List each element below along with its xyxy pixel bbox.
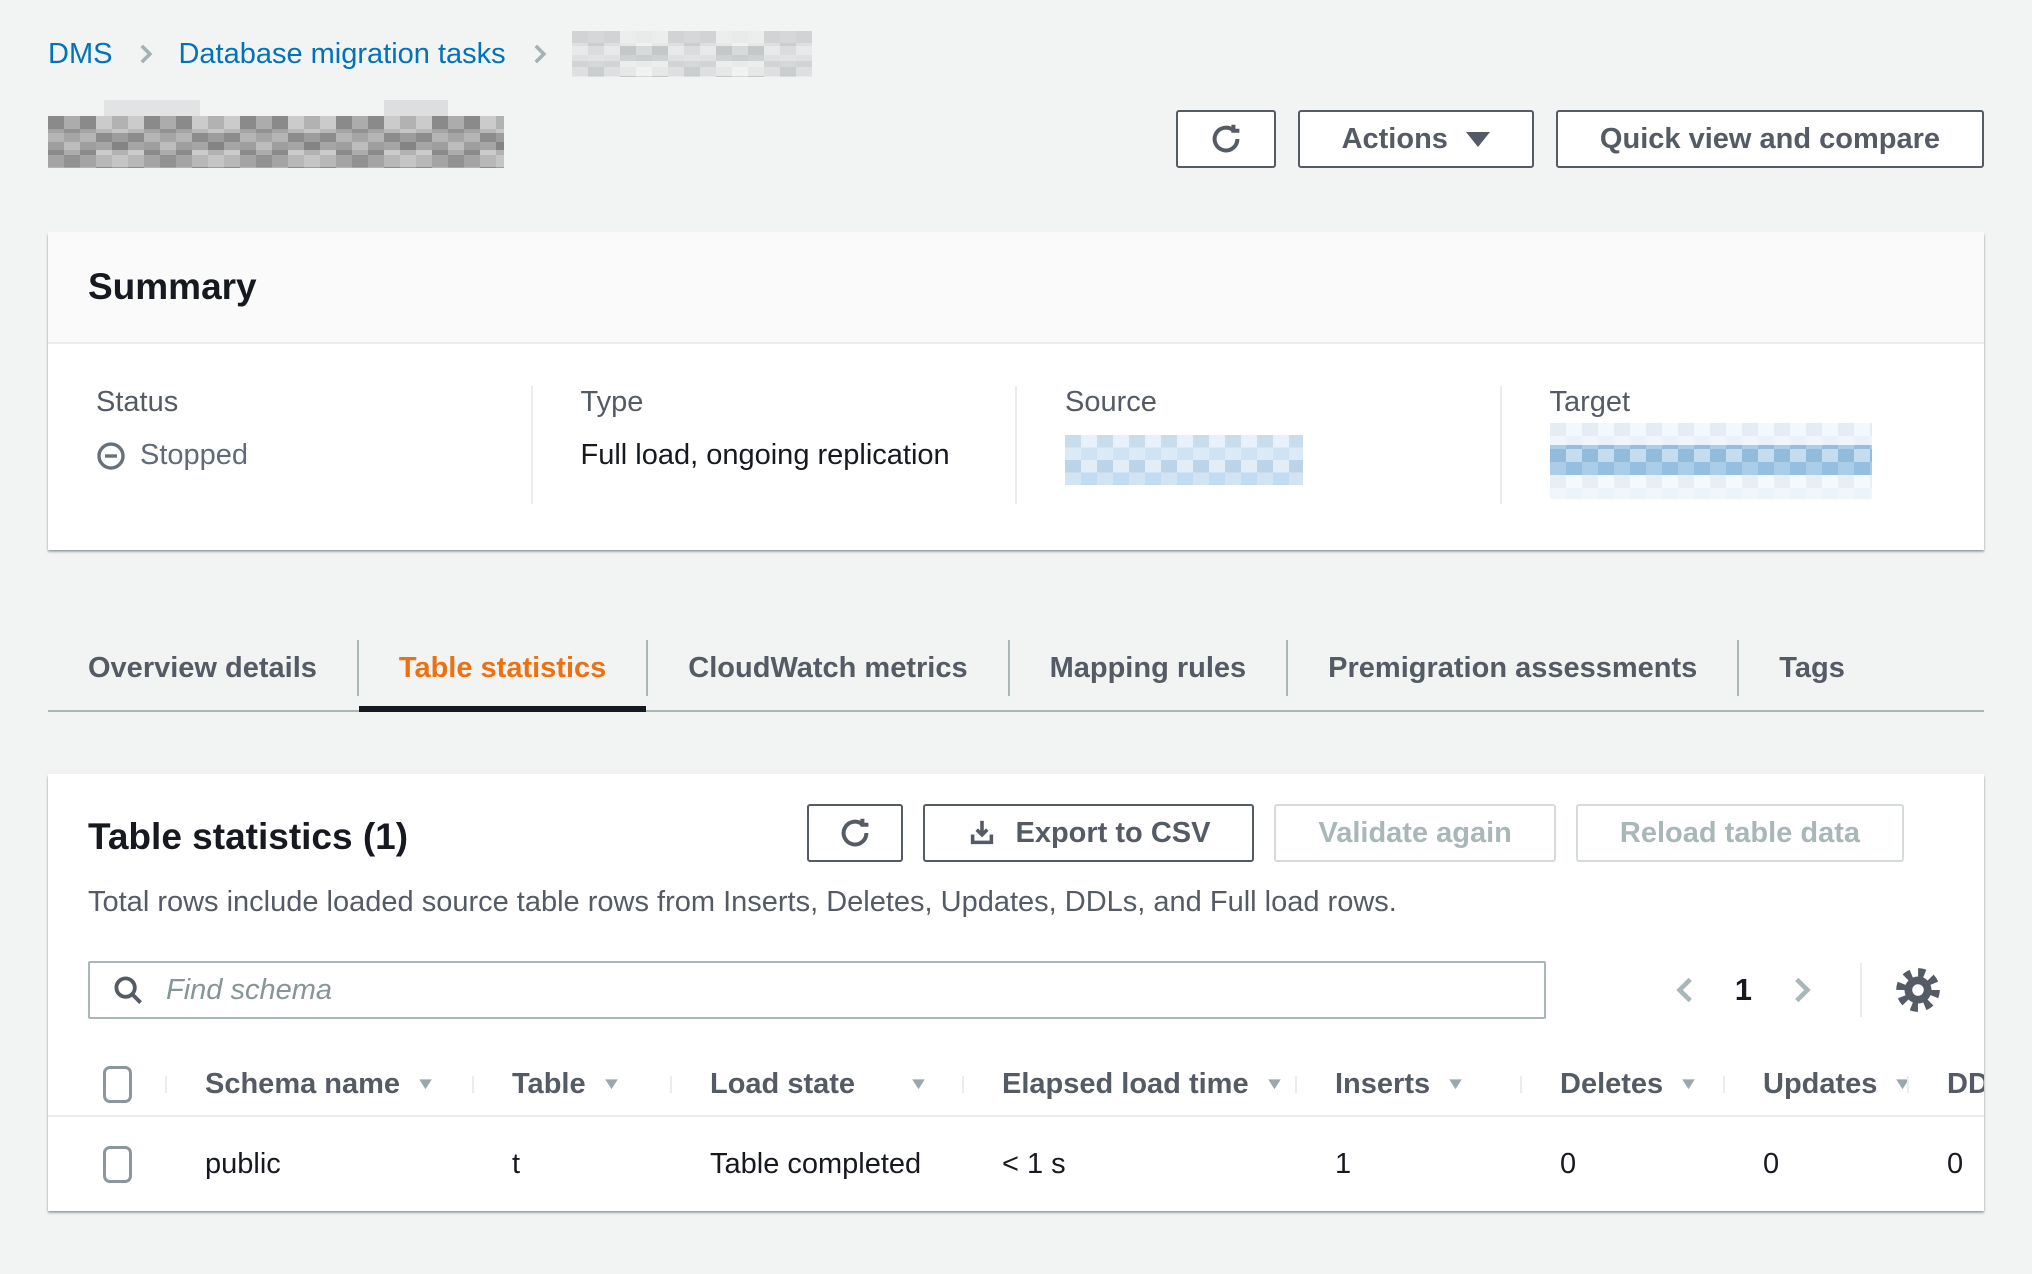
- breadcrumb-link-tasks[interactable]: Database migration tasks: [178, 38, 505, 71]
- summary-field-target: Target: [1500, 386, 1985, 504]
- select-all-cell: [48, 1066, 165, 1103]
- target-value-redacted: [1550, 423, 1872, 499]
- table-row[interactable]: public t Table completed < 1 s 1 0 0 0: [48, 1117, 1984, 1211]
- column-header-inserts[interactable]: Inserts: [1295, 1068, 1520, 1101]
- sort-caret-icon[interactable]: [909, 1076, 928, 1092]
- page-header: Actions Quick view and compare: [48, 110, 1984, 168]
- summary-field-status: Status Stopped: [48, 386, 531, 504]
- tab-premigration-assessments[interactable]: Premigration assessments: [1288, 626, 1737, 710]
- tab-cloudwatch-metrics[interactable]: CloudWatch metrics: [648, 626, 1007, 710]
- status-label: Status: [96, 386, 531, 419]
- download-icon: [967, 818, 997, 848]
- column-header-table[interactable]: Table: [472, 1068, 670, 1101]
- table-statistics-title: Table statistics (1): [88, 816, 408, 858]
- sort-caret-icon[interactable]: [416, 1076, 435, 1092]
- export-to-csv-label: Export to CSV: [1015, 817, 1210, 850]
- table-statistics-description: Total rows include loaded source table r…: [48, 886, 1984, 919]
- export-to-csv-button[interactable]: Export to CSV: [923, 804, 1254, 862]
- status-value: Stopped: [96, 439, 531, 472]
- table-statistics-table: Schema name Table Load state: [48, 1053, 1984, 1211]
- pagination: 1: [1663, 963, 1944, 1017]
- quick-view-compare-button[interactable]: Quick view and compare: [1556, 110, 1984, 168]
- cell-ddls: 0: [1907, 1148, 1984, 1181]
- tab-table-statistics[interactable]: Table statistics: [359, 626, 646, 710]
- page-title-redacted: [48, 116, 504, 168]
- table-statistics-buttons: Export to CSV Validate again Reload tabl…: [807, 804, 1904, 862]
- summary-body: Status Stopped Type Full load, ongoing r…: [48, 344, 1984, 550]
- settings-gear-button[interactable]: [1892, 964, 1944, 1016]
- actions-button-label: Actions: [1342, 123, 1448, 156]
- schema-search: [88, 961, 1546, 1019]
- table-statistics-card: Table statistics (1): [48, 774, 1984, 1211]
- sort-caret-icon[interactable]: [1679, 1076, 1698, 1092]
- column-header-schema-name[interactable]: Schema name: [165, 1068, 472, 1101]
- tab-mapping-rules[interactable]: Mapping rules: [1010, 626, 1287, 710]
- cell-table: t: [472, 1148, 670, 1181]
- next-page-button[interactable]: [1778, 967, 1824, 1013]
- cell-deletes: 0: [1520, 1148, 1723, 1181]
- find-schema-input[interactable]: [88, 961, 1546, 1019]
- target-label: Target: [1550, 386, 1985, 419]
- summary-title: Summary: [88, 266, 1944, 308]
- table-refresh-button[interactable]: [807, 804, 903, 862]
- cell-updates: 0: [1723, 1148, 1907, 1181]
- previous-page-button[interactable]: [1663, 967, 1709, 1013]
- tab-bar: Overview details Table statistics CloudW…: [48, 626, 1984, 712]
- validate-again-button[interactable]: Validate again: [1274, 804, 1555, 862]
- current-page-number[interactable]: 1: [1735, 972, 1752, 1008]
- sort-caret-icon[interactable]: [602, 1076, 621, 1092]
- summary-card-header: Summary: [48, 232, 1984, 344]
- tab-overview-details[interactable]: Overview details: [48, 626, 357, 710]
- type-value: Full load, ongoing replication: [581, 439, 1016, 472]
- chevron-right-icon: [526, 41, 552, 67]
- cell-load-state: Table completed: [670, 1148, 962, 1181]
- minus-circle-icon: [96, 441, 126, 471]
- cell-elapsed-load-time: < 1 s: [962, 1148, 1295, 1181]
- pager-divider: [1860, 963, 1862, 1017]
- dms-task-page: DMS Database migration tasks Actions: [0, 0, 2032, 1211]
- reload-table-data-button[interactable]: Reload table data: [1576, 804, 1904, 862]
- tab-tags[interactable]: Tags: [1739, 626, 1885, 710]
- table-statistics-header: Table statistics (1): [48, 774, 1984, 862]
- actions-button[interactable]: Actions: [1298, 110, 1534, 168]
- select-all-checkbox[interactable]: [103, 1066, 132, 1103]
- summary-card: Summary Status Stopped Type Full load, o…: [48, 232, 1984, 550]
- column-header-elapsed-load-time[interactable]: Elapsed load time: [962, 1068, 1295, 1101]
- cell-inserts: 1: [1295, 1148, 1520, 1181]
- cell-schema-name: public: [165, 1148, 472, 1181]
- column-header-ddls[interactable]: DDLs: [1907, 1068, 1984, 1101]
- breadcrumb-redacted-task-name: [572, 31, 812, 77]
- breadcrumb-link-dms[interactable]: DMS: [48, 38, 112, 71]
- summary-field-source: Source: [1015, 386, 1500, 504]
- header-buttons: Actions Quick view and compare: [1176, 110, 1984, 168]
- type-label: Type: [581, 386, 1016, 419]
- source-label: Source: [1065, 386, 1500, 419]
- summary-field-type: Type Full load, ongoing replication: [531, 386, 1016, 504]
- source-value-redacted: [1065, 435, 1303, 485]
- chevron-right-icon: [132, 41, 158, 67]
- column-header-updates[interactable]: Updates: [1723, 1068, 1907, 1101]
- row-checkbox[interactable]: [103, 1146, 132, 1183]
- breadcrumb: DMS Database migration tasks: [48, 30, 1984, 78]
- search-icon: [112, 974, 144, 1006]
- sort-caret-icon[interactable]: [1265, 1076, 1284, 1092]
- table-header-row: Schema name Table Load state: [48, 1053, 1984, 1117]
- refresh-icon: [1210, 123, 1242, 155]
- row-select-cell: [48, 1146, 165, 1183]
- sort-caret-icon[interactable]: [1446, 1076, 1465, 1092]
- gear-icon: [1895, 967, 1941, 1013]
- refresh-button[interactable]: [1176, 110, 1276, 168]
- search-row: 1: [48, 961, 1984, 1019]
- column-header-deletes[interactable]: Deletes: [1520, 1068, 1723, 1101]
- quick-view-compare-label: Quick view and compare: [1600, 123, 1940, 156]
- refresh-icon: [839, 817, 871, 849]
- column-header-load-state[interactable]: Load state: [670, 1068, 962, 1101]
- chevron-down-icon: [1466, 132, 1490, 147]
